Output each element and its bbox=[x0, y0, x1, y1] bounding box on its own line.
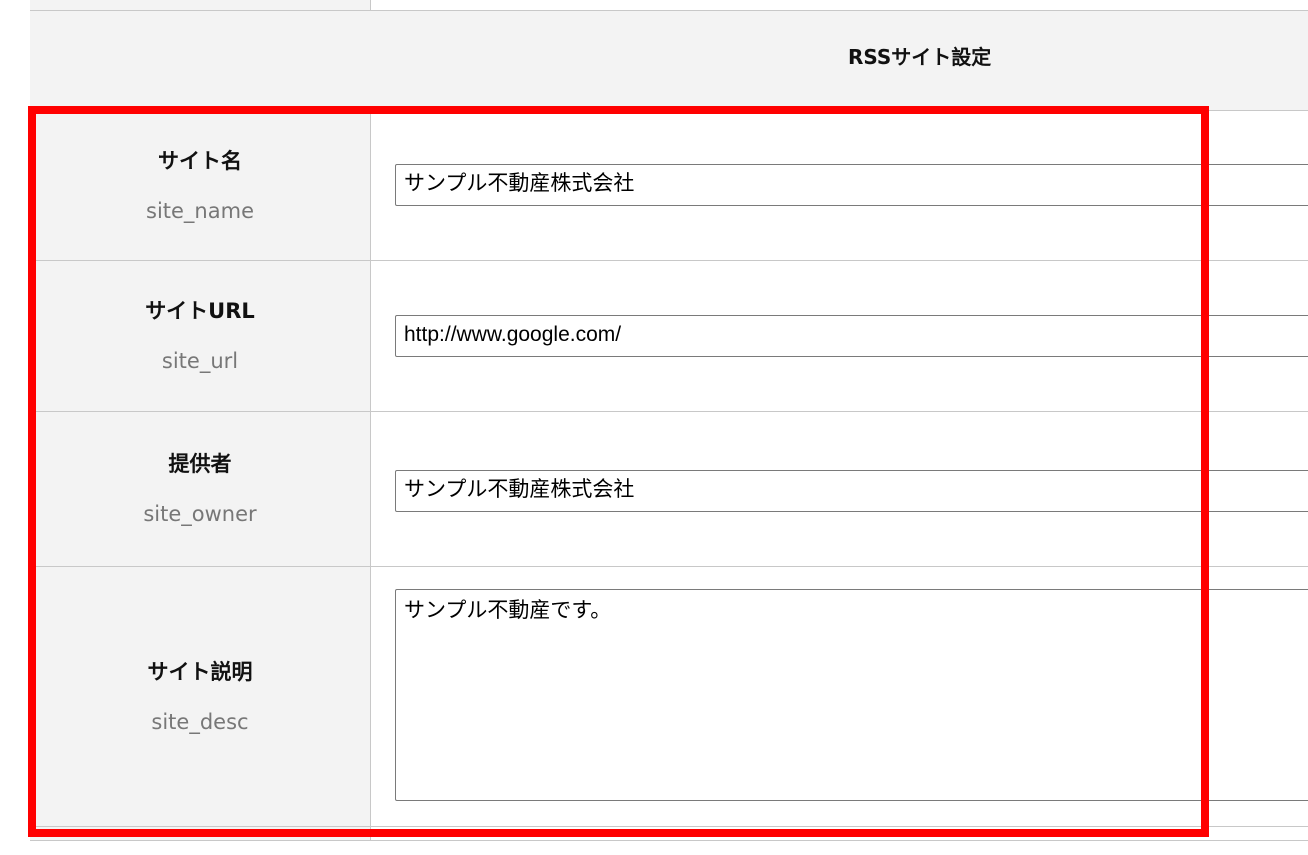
table-row-top bbox=[30, 0, 1308, 11]
site-url-input[interactable]: http://www.google.com/ bbox=[395, 315, 1308, 357]
field-label: サイトURL bbox=[145, 299, 255, 323]
field-value-cell: サンプル不動産株式会社 bbox=[371, 111, 1308, 260]
field-label: 提供者 bbox=[168, 452, 232, 476]
rss-settings-page: RSSサイト設定 サイト名 site_name サンプル不動産株式会社 サイトU… bbox=[0, 0, 1308, 855]
site-owner-input[interactable]: サンプル不動産株式会社 bbox=[395, 470, 1308, 512]
value-cell-bottom bbox=[371, 827, 1308, 840]
field-label-cell: サイトURL site_url bbox=[30, 261, 371, 411]
field-label-cell: サイト名 site_name bbox=[30, 111, 371, 260]
table-row: サイト名 site_name サンプル不動産株式会社 bbox=[30, 111, 1308, 261]
site-desc-textarea[interactable]: サンプル不動産です。 bbox=[395, 589, 1308, 801]
field-key: site_url bbox=[161, 349, 239, 373]
field-label-cell: サイト説明 site_desc bbox=[30, 567, 371, 826]
table-row: サイトURL site_url http://www.google.com/ bbox=[30, 261, 1308, 412]
field-label: サイト名 bbox=[158, 148, 242, 173]
field-value-cell: サンプル不動産株式会社 bbox=[371, 412, 1308, 566]
site-name-input[interactable]: サンプル不動産株式会社 bbox=[395, 164, 1308, 206]
field-value-cell: http://www.google.com/ bbox=[371, 261, 1308, 411]
field-value-cell: サンプル不動産です。 bbox=[371, 567, 1308, 826]
table-row-bottom bbox=[30, 827, 1308, 841]
table-row: サイト説明 site_desc サンプル不動産です。 bbox=[30, 567, 1308, 827]
field-key: site_desc bbox=[151, 709, 249, 734]
table-row: 提供者 site_owner サンプル不動産株式会社 bbox=[30, 412, 1308, 567]
field-label-cell: 提供者 site_owner bbox=[30, 412, 371, 566]
field-label: サイト説明 bbox=[147, 659, 253, 684]
label-cell-bottom bbox=[30, 827, 371, 840]
value-cell-top bbox=[371, 0, 1308, 10]
section-title: RSSサイト設定 bbox=[848, 45, 992, 69]
field-key: site_name bbox=[146, 198, 254, 223]
field-key: site_owner bbox=[143, 502, 257, 526]
label-cell-top bbox=[30, 0, 371, 10]
section-header-row: RSSサイト設定 bbox=[30, 11, 1308, 111]
